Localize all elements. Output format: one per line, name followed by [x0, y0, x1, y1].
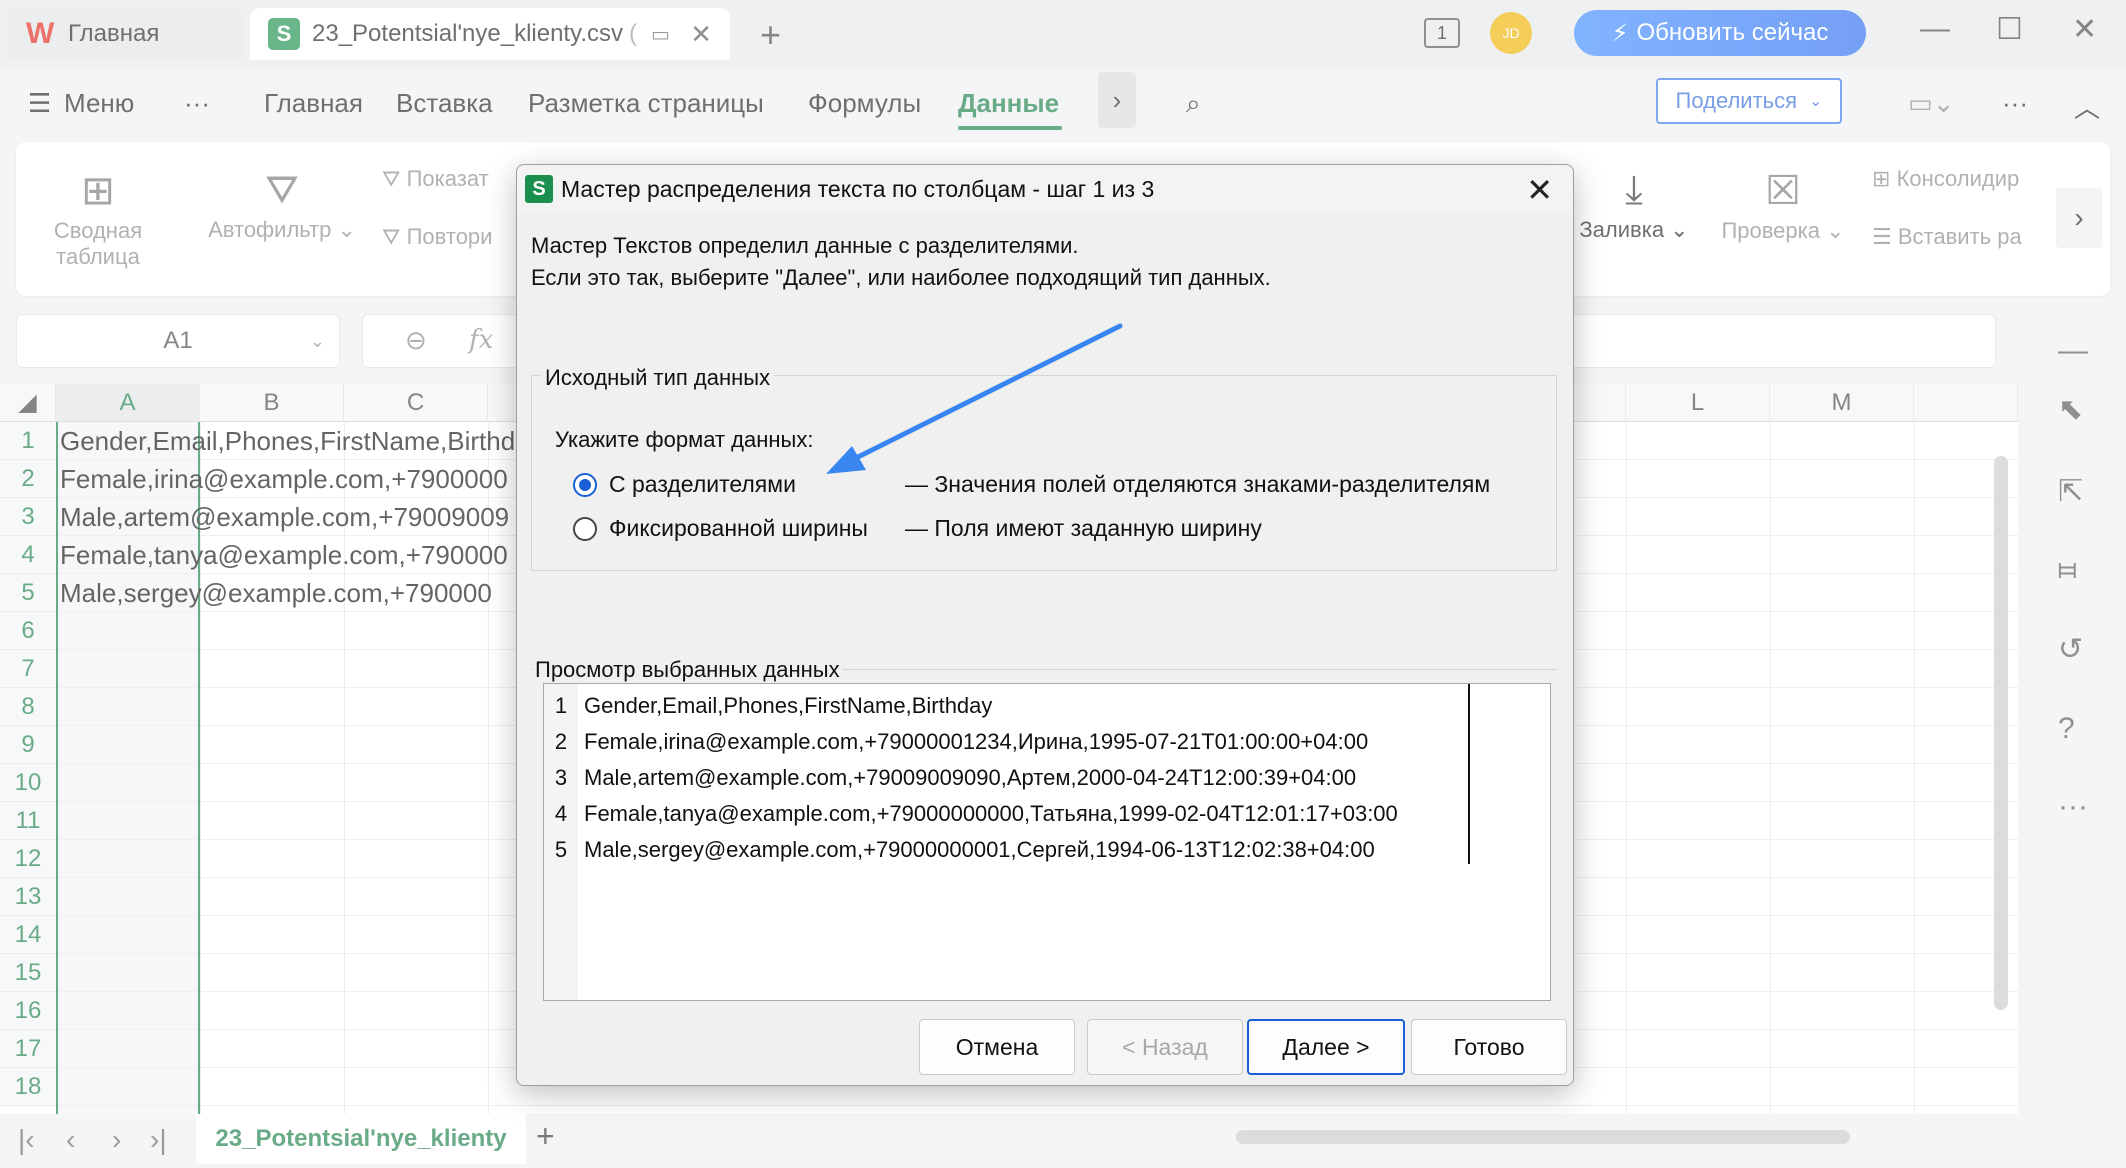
- delimited-label[interactable]: С разделителями: [609, 471, 796, 498]
- preview-row-number: 2: [544, 724, 578, 760]
- preview-label: Просмотр выбранных данных: [533, 657, 842, 683]
- delimited-radio[interactable]: [573, 473, 597, 497]
- preview-row-text: Female,irina@example.com,+79000001234,Ир…: [584, 729, 1369, 754]
- dialog-description-1: Мастер Текстов определил данные с раздел…: [531, 233, 1079, 258]
- preview-row-text: Male,artem@example.com,+79009009090,Арте…: [584, 765, 1357, 790]
- format-prompt: Укажите формат данных:: [555, 427, 814, 452]
- preview-row-number: 5: [544, 832, 578, 868]
- fixed-width-radio[interactable]: [573, 517, 597, 541]
- fixed-width-label[interactable]: Фиксированной ширины: [609, 515, 868, 542]
- delimited-description: — Значения полей отделяются знаками-разд…: [905, 471, 1491, 497]
- dialog-description-2: Если это так, выберите "Далее", или наиб…: [531, 265, 1271, 290]
- preview-column-break: [1468, 684, 1470, 864]
- back-button[interactable]: < Назад: [1087, 1019, 1243, 1075]
- text-to-columns-dialog: S Мастер распределения текста по столбца…: [516, 164, 1574, 1086]
- preview-row-number: 1: [544, 688, 578, 724]
- cancel-button[interactable]: Отмена: [919, 1019, 1075, 1075]
- preview-row-text: Gender,Email,Phones,FirstName,Birthday: [584, 693, 993, 718]
- dialog-close-icon[interactable]: ✕: [1526, 171, 1553, 209]
- preview-box[interactable]: 1 Gender,Email,Phones,FirstName,Birthday…: [543, 683, 1551, 1001]
- preview-row-number: 3: [544, 760, 578, 796]
- next-button[interactable]: Далее >: [1247, 1019, 1405, 1075]
- preview-row-text: Female,tanya@example.com,+79000000000,Та…: [584, 801, 1398, 826]
- dialog-title-bar: S Мастер распределения текста по столбца…: [517, 165, 1573, 213]
- source-type-label: Исходный тип данных: [541, 365, 775, 391]
- fixed-width-description: — Поля имеют заданную ширину: [905, 515, 1262, 541]
- spreadsheet-icon: S: [525, 175, 553, 203]
- preview-row-number: 4: [544, 796, 578, 832]
- finish-button[interactable]: Готово: [1411, 1019, 1567, 1075]
- dialog-title: Мастер распределения текста по столбцам …: [561, 175, 1155, 202]
- preview-row-text: Male,sergey@example.com,+79000000001,Сер…: [584, 837, 1375, 862]
